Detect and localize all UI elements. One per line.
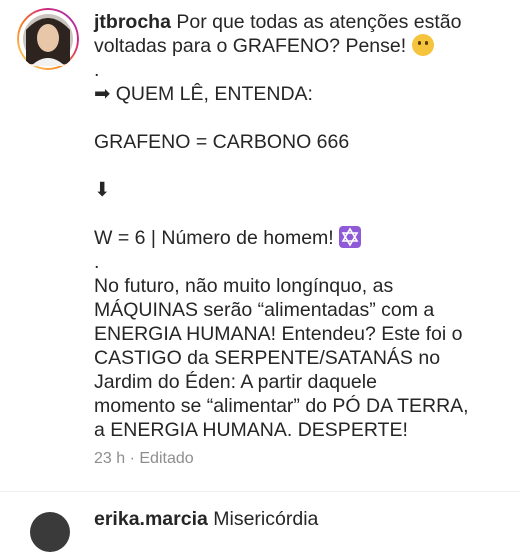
down-arrow-icon: ⬇ [94, 179, 111, 201]
comment-body: jtbrocha Por que todas as atenções estão… [94, 10, 514, 442]
avatar[interactable] [30, 512, 70, 552]
comment-text: a ENERGIA HUMANA. DESPERTE! [94, 419, 408, 441]
comment-text: W = 6 | Número de homem! [94, 227, 334, 249]
comment-text: momento se “alimentar” do PÓ DA TERRA, [94, 395, 469, 417]
comment-text: . [94, 251, 100, 273]
comment-time[interactable]: 23 h [94, 450, 125, 467]
comment-text: GRAFENO = CARBONO 666 [94, 131, 350, 153]
comment-text: CASTIGO da SERPENTE/SATANÁS no [94, 347, 441, 369]
comment-text: No futuro, não muito longínquo, as [94, 275, 394, 297]
comment-text: Misericórdia [213, 508, 319, 530]
meta-separator: · [129, 450, 135, 467]
comment-line-1: jtbrocha Por que todas as atenções estão [94, 10, 514, 34]
thinking-face-icon [411, 34, 434, 56]
comment-text: Por que todas as atenções estão [176, 11, 462, 33]
comment-meta: 23 h · Editado [94, 450, 194, 468]
avatar[interactable] [17, 8, 79, 70]
next-comment: erika.marcia Misericórdia [0, 492, 520, 552]
comment-text: ➡ QUEM LÊ, ENTENDA: [94, 83, 313, 105]
comment-text: ENERGIA HUMANA! Entendeu? Este foi o [94, 323, 463, 345]
comment-text: Jardim do Éden: A partir daquele [94, 371, 377, 393]
avatar-photo [17, 8, 79, 70]
comment-username[interactable]: erika.marcia [94, 508, 208, 530]
edited-label: Editado [139, 450, 194, 467]
comment-text: MÁQUINAS serão “alimentadas” com a [94, 299, 435, 321]
comment-username[interactable]: jtbrocha [94, 11, 171, 33]
comment-text: voltadas para o GRAFENO? Pense! [94, 35, 407, 57]
comment-line-w: W = 6 | Número de homem! [94, 226, 514, 250]
star-of-david-icon [339, 226, 362, 248]
comment-line-2: voltadas para o GRAFENO? Pense! [94, 34, 514, 58]
comment-text: . [94, 59, 100, 81]
